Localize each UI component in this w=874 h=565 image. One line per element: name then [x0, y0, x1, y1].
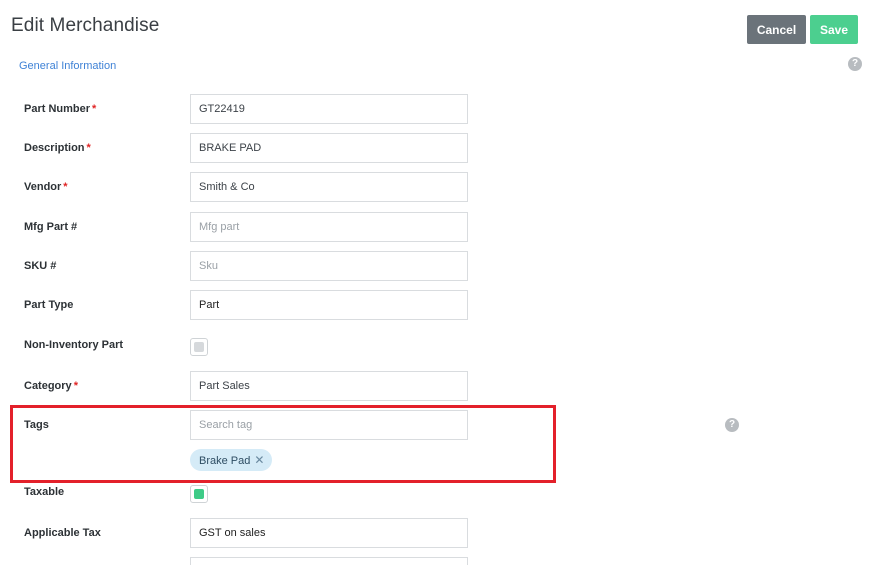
category-label: Category *: [24, 380, 78, 392]
non-inventory-checkbox[interactable]: [190, 338, 208, 356]
tags-help-icon[interactable]: ?: [725, 418, 739, 432]
part-type-label: Part Type: [24, 299, 74, 311]
checkbox-indicator: [194, 489, 204, 499]
description-label: Description *: [24, 142, 91, 154]
required-marker: *: [63, 181, 68, 193]
sku-field[interactable]: Sku: [190, 251, 468, 281]
help-icon[interactable]: ?: [848, 57, 862, 71]
vendor-field[interactable]: Smith & Co: [190, 172, 468, 202]
part-number-label-text: Part Number: [24, 103, 91, 115]
description-label-text: Description: [24, 142, 85, 154]
sku-label: SKU #: [24, 260, 57, 272]
vendor-label: Vendor *: [24, 181, 68, 193]
taxable-label: Taxable: [24, 486, 65, 498]
highlight-box: [10, 405, 556, 483]
vendor-label-text: Vendor: [24, 181, 62, 193]
category-label-text: Category: [24, 380, 72, 392]
required-marker: *: [86, 142, 91, 154]
part-type-select[interactable]: Part: [190, 290, 468, 320]
required-marker: *: [92, 103, 97, 115]
next-field[interactable]: [190, 557, 468, 565]
non-inventory-label: Non-Inventory Part: [24, 339, 124, 351]
required-marker: *: [73, 380, 78, 392]
taxable-checkbox[interactable]: [190, 485, 208, 503]
save-button[interactable]: Save: [810, 15, 858, 44]
applicable-tax-label: Applicable Tax: [24, 527, 101, 539]
page-title: Edit Merchandise: [11, 15, 160, 36]
applicable-tax-select[interactable]: GST on sales: [190, 518, 468, 548]
mfg-part-field[interactable]: Mfg part: [190, 212, 468, 242]
section-tab-general-information[interactable]: General Information: [19, 60, 116, 72]
cancel-button[interactable]: Cancel: [747, 15, 806, 44]
checkbox-indicator: [194, 342, 204, 352]
part-number-label: Part Number *: [24, 103, 96, 115]
category-field[interactable]: Part Sales: [190, 371, 468, 401]
part-number-field[interactable]: GT22419: [190, 94, 468, 124]
mfg-part-label: Mfg Part #: [24, 221, 78, 233]
description-field[interactable]: BRAKE PAD: [190, 133, 468, 163]
